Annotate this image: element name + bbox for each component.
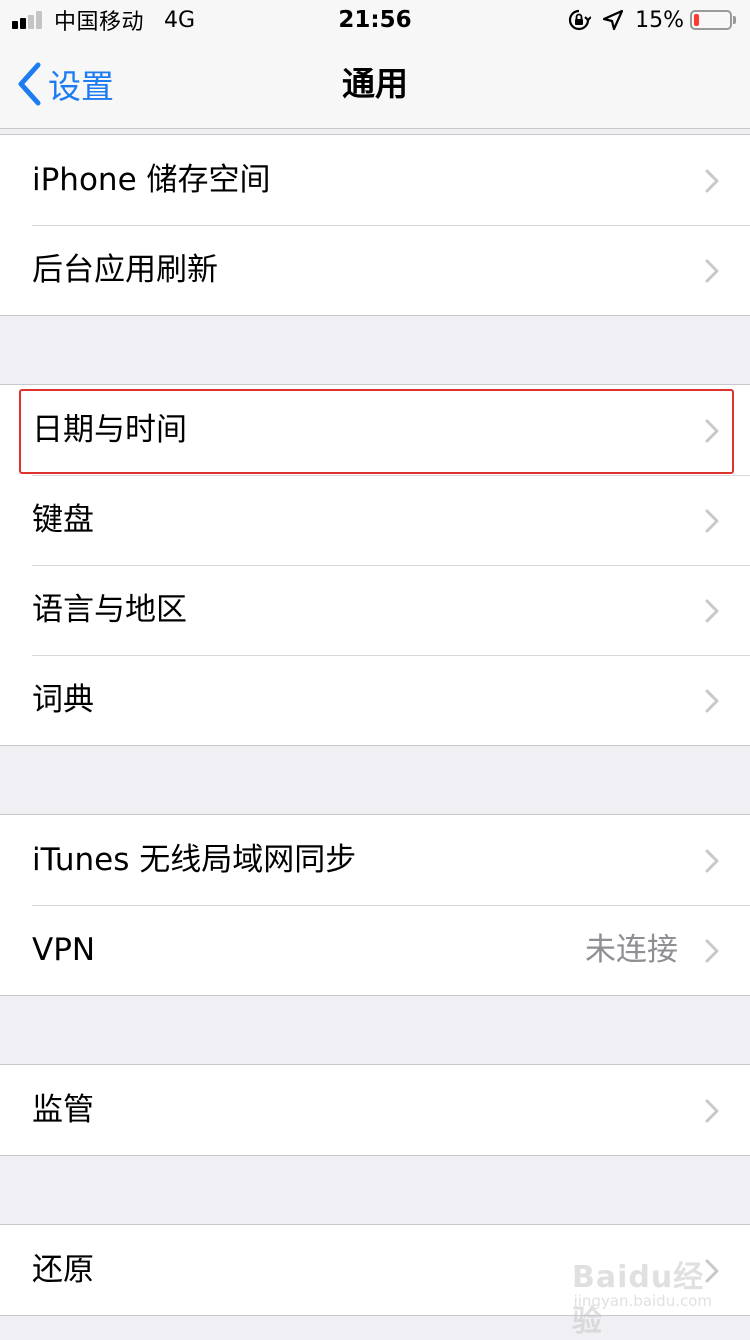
- row-label: 后台应用刷新: [32, 252, 218, 288]
- row-label: VPN: [32, 932, 96, 968]
- baidu-watermark: Baidu经验 jingyan.baidu.com: [572, 1252, 712, 1339]
- rotation-lock-icon: [569, 9, 592, 31]
- chevron-right-icon: [705, 849, 719, 873]
- chevron-right-icon: [705, 169, 719, 193]
- chevron-right-icon: [705, 939, 719, 963]
- row-label: 还原: [32, 1252, 94, 1288]
- chevron-right-icon: [705, 599, 719, 623]
- page-title: 通用: [342, 64, 408, 103]
- status-bar: 中国移动 4G 21:56 15%: [0, 0, 750, 40]
- chevron-right-icon: [705, 689, 719, 713]
- battery-fill: [694, 14, 699, 26]
- row-label: 语言与地区: [32, 592, 187, 628]
- chevron-right-icon: [705, 509, 719, 533]
- settings-row-keyboard[interactable]: 键盘: [0, 475, 750, 565]
- battery-icon: [690, 10, 732, 30]
- settings-row-dictionary[interactable]: 词典: [0, 655, 750, 745]
- chevron-right-icon: [705, 259, 719, 283]
- settings-row-background-refresh[interactable]: 后台应用刷新: [0, 225, 750, 315]
- location-arrow-icon: [602, 9, 624, 31]
- settings-group: iPhone 储存空间 后台应用刷新: [0, 134, 750, 316]
- watermark-url: jingyan.baidu.com: [573, 1292, 712, 1310]
- settings-row-iphone-storage[interactable]: iPhone 储存空间: [0, 135, 750, 225]
- row-label: iPhone 储存空间: [32, 162, 271, 198]
- row-label: iTunes 无线局域网同步: [32, 842, 357, 878]
- chevron-right-icon: [705, 1099, 719, 1123]
- settings-row-itunes-wifi-sync[interactable]: iTunes 无线局域网同步: [0, 815, 750, 905]
- row-label: 词典: [32, 682, 94, 718]
- battery-percent: 15%: [635, 7, 684, 33]
- status-right: 15%: [567, 6, 736, 34]
- row-label: 键盘: [32, 502, 94, 538]
- row-label: 监管: [32, 1092, 94, 1128]
- navigation-bar: 设置 通用: [0, 40, 750, 129]
- settings-row-language-region[interactable]: 语言与地区: [0, 565, 750, 655]
- settings-group: 监管: [0, 1064, 750, 1156]
- battery-tip: [733, 16, 736, 24]
- settings-group: iTunes 无线局域网同步 VPN 未连接: [0, 814, 750, 996]
- vpn-status: 未连接: [585, 932, 678, 968]
- highlight-annotation: [19, 389, 734, 474]
- settings-row-supervision[interactable]: 监管: [0, 1065, 750, 1155]
- settings-row-vpn[interactable]: VPN 未连接: [0, 905, 750, 995]
